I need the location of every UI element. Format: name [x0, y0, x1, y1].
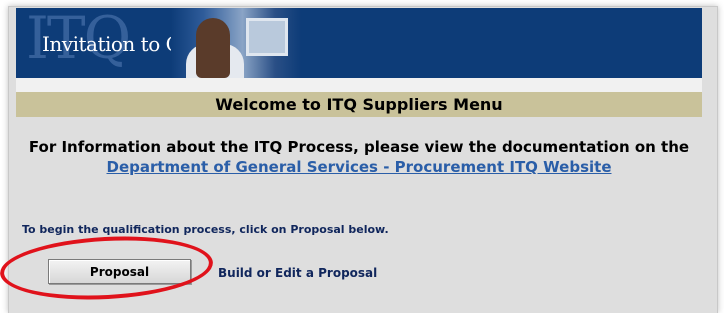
header-banner: ITQ Invitation to Qualify	[16, 8, 702, 78]
info-text: For Information about the ITQ Process, p…	[28, 138, 690, 156]
person-image	[196, 18, 230, 78]
dgs-itq-website-link[interactable]: Department of General Services - Procure…	[16, 158, 702, 176]
begin-instructions: To begin the qualification process, clic…	[22, 223, 389, 236]
welcome-heading: Welcome to ITQ Suppliers Menu	[16, 92, 702, 117]
banner-divider	[16, 78, 702, 92]
banner-photo	[171, 8, 301, 78]
monitor-image	[246, 18, 288, 56]
build-edit-proposal-label: Build or Edit a Proposal	[218, 266, 378, 280]
